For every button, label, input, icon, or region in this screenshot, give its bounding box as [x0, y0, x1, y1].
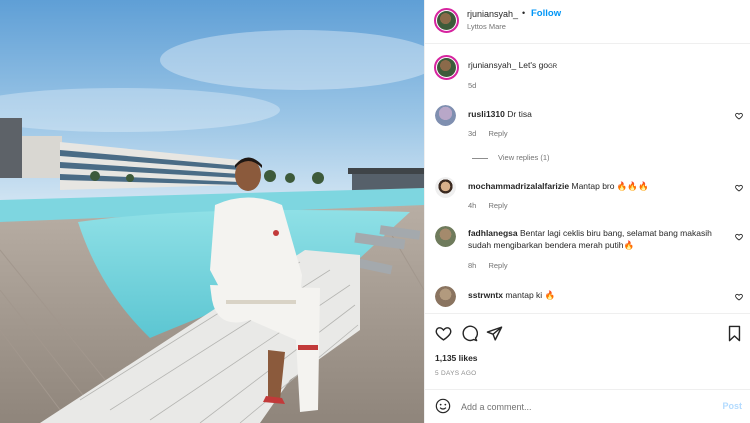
comment-meta: 4h Reply: [468, 201, 518, 210]
comment-like-icon[interactable]: [735, 293, 743, 301]
comment-body: sstrwntx mantap ki 🔥: [468, 289, 726, 301]
comment-like-icon[interactable]: [735, 233, 743, 241]
replies-divider: [472, 157, 488, 159]
comment-avatar[interactable]: [435, 286, 456, 307]
bookmark-icon[interactable]: [726, 325, 743, 342]
reply-button[interactable]: Reply: [488, 129, 507, 138]
author-avatar[interactable]: [434, 8, 459, 33]
comment-icon[interactable]: [461, 325, 478, 342]
comment-body: fadhlanegsa Bentar lagi ceklis biru bang…: [468, 227, 726, 251]
reply-button[interactable]: Reply: [488, 261, 507, 270]
post-date[interactable]: 5 DAYS AGO: [435, 370, 477, 377]
smile-icon[interactable]: [435, 398, 451, 414]
comment-meta: 8h Reply: [468, 261, 518, 270]
caption-username[interactable]: rjuniansyah_: [468, 60, 516, 70]
comment-avatar[interactable]: [435, 226, 456, 247]
caption-text: Let's go: [518, 60, 549, 70]
follow-button[interactable]: Follow: [531, 8, 561, 19]
reply-button[interactable]: Reply: [488, 201, 507, 210]
comment-text: Dr tisa: [507, 109, 532, 119]
view-replies-label: View replies (1): [498, 153, 550, 162]
comment-username[interactable]: rusli1310: [468, 109, 505, 119]
comment-meta: 3d Reply: [468, 129, 518, 138]
comment-text: Mantap bro 🔥🔥🔥: [571, 181, 649, 191]
comment-text: mantap ki 🔥: [505, 290, 556, 300]
post-comment-button[interactable]: Post: [722, 401, 742, 411]
comment-input[interactable]: Add a comment...: [461, 402, 532, 412]
post-actions: 1,135 likes 5 DAYS AGO Add a comment... …: [425, 313, 750, 423]
comment-avatar[interactable]: [435, 105, 456, 126]
comment-body: mochammadrizalalfarizie Mantap bro 🔥🔥🔥: [468, 180, 726, 192]
comment-username[interactable]: sstrwntx: [468, 290, 503, 300]
add-comment-bar: Add a comment... Post: [425, 389, 750, 423]
view-replies-button[interactable]: View replies (1): [472, 153, 550, 162]
comment-time[interactable]: 8h: [468, 261, 476, 270]
comment-time[interactable]: 4h: [468, 201, 476, 210]
caption-time[interactable]: 5d: [468, 81, 476, 90]
post-header: rjuniansyah_ • Follow Lyttos Mare: [425, 0, 750, 44]
comment-like-icon[interactable]: [735, 184, 743, 192]
header-separator: •: [522, 8, 526, 18]
caption-meta: 5d: [468, 81, 486, 90]
caption-avatar[interactable]: [434, 55, 459, 80]
heart-icon[interactable]: [435, 325, 452, 342]
share-icon[interactable]: [486, 325, 503, 342]
comment-body: rusli1310 Dr tisa: [468, 108, 726, 120]
caption-suffix: GR: [548, 64, 558, 70]
caption-body: rjuniansyah_ Let's goGR: [468, 59, 726, 73]
author-username[interactable]: rjuniansyah_: [467, 9, 518, 19]
comments-list: rjuniansyah_ Let's goGR 5d rusli1310 Dr …: [425, 45, 750, 313]
post-location[interactable]: Lyttos Mare: [467, 22, 506, 31]
likes-count[interactable]: 1,135 likes: [435, 353, 478, 363]
comment-time[interactable]: 3d: [468, 129, 476, 138]
comment-username[interactable]: fadhlanegsa: [468, 228, 518, 238]
post-side-panel: rjuniansyah_ • Follow Lyttos Mare rjunia…: [424, 0, 750, 423]
comment-like-icon[interactable]: [735, 112, 743, 120]
comment-username[interactable]: mochammadrizalalfarizie: [468, 181, 569, 191]
hotel-pool-photo: [0, 0, 424, 423]
comment-avatar[interactable]: [435, 177, 456, 198]
instagram-post: rjuniansyah_ • Follow Lyttos Mare rjunia…: [0, 0, 750, 423]
post-photo[interactable]: [0, 0, 424, 423]
